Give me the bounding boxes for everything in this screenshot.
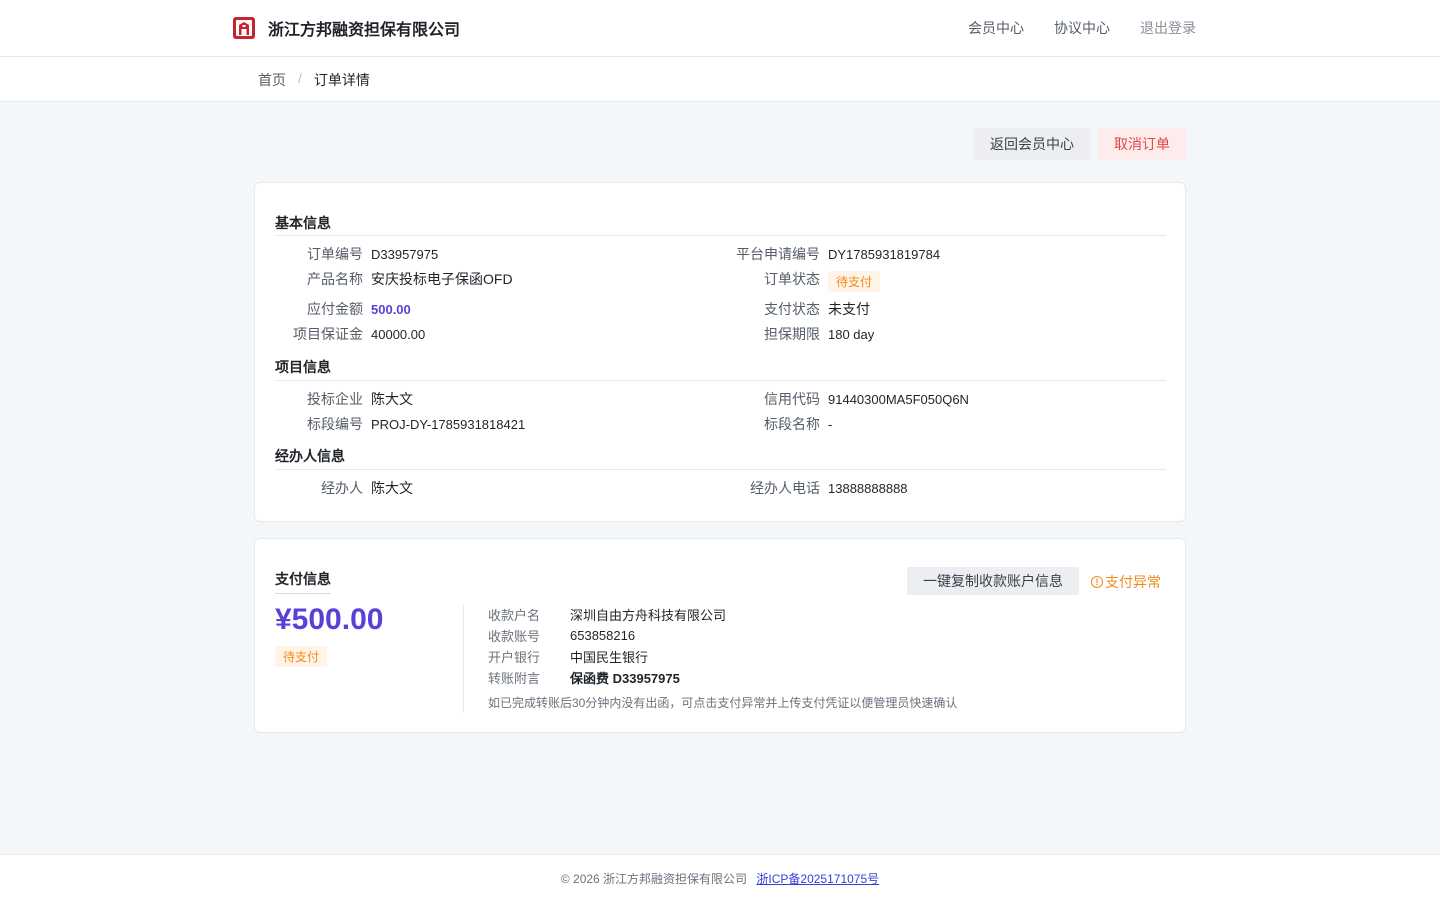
- field-value: 陈大文: [371, 391, 413, 407]
- breadcrumb-separator: /: [298, 70, 302, 86]
- order-info-card: 基本信息 订单编号 D33957975 平台申请编号 DY17859318197…: [254, 182, 1186, 522]
- field-agent-name: 经办人 陈大文: [275, 478, 413, 498]
- payment-amount: ¥500.00: [275, 603, 384, 636]
- status-badge: 待支付: [275, 646, 328, 667]
- breadcrumb-home[interactable]: 首页: [258, 70, 286, 90]
- field-label: 订单状态: [764, 271, 820, 287]
- field-value: DY1785931819784: [828, 246, 941, 262]
- field-agent-phone: 经办人电话 13888888888: [732, 478, 908, 498]
- payment-info-card: 支付信息 一键复制收款账户信息 ! 支付异常 ¥500.00 待支付 收款户名 …: [254, 538, 1186, 733]
- field-label: 订单编号: [307, 246, 363, 262]
- field-label: 应付金额: [307, 301, 363, 317]
- footer-text: © 2026 浙江方邦融资担保有限公司 浙ICP备2025171075号: [0, 870, 1440, 887]
- field-label: 产品名称: [307, 271, 363, 287]
- section-title-project: 项目信息: [275, 359, 331, 375]
- field-value: 未支付: [828, 301, 870, 317]
- field-deposit: 项目保证金 40000.00: [275, 324, 425, 344]
- field-order-no: 订单编号 D33957975: [275, 244, 438, 264]
- info-icon: !: [1091, 576, 1103, 588]
- field-label: 开户银行: [488, 649, 541, 665]
- copy-account-info-button[interactable]: 一键复制收款账户信息: [907, 567, 1079, 595]
- field-value: 40000.00: [371, 326, 426, 342]
- field-value: 653858216: [570, 627, 636, 643]
- icp-link[interactable]: 浙ICP备2025171075号: [756, 872, 879, 886]
- field-label: 经办人电话: [750, 480, 820, 496]
- divider: [275, 235, 1166, 236]
- field-label: 转账附言: [488, 670, 541, 686]
- field-section-no: 标段编号 PROJ-DY-1785931818421: [275, 414, 525, 434]
- field-label: 收款户名: [488, 607, 541, 623]
- field-label: 支付状态: [764, 301, 820, 317]
- nav-member-center[interactable]: 会员中心: [968, 18, 1024, 38]
- field-label: 投标企业: [307, 391, 363, 407]
- field-value-wrap: 待支付: [828, 271, 881, 292]
- nav-agreement-center[interactable]: 协议中心: [1054, 18, 1110, 38]
- field-product: 产品名称 安庆投标电子保函OFD: [275, 269, 513, 289]
- field-value: -: [828, 416, 833, 432]
- field-platform-no: 平台申请编号 DY1785931819784: [732, 244, 940, 264]
- divider: [463, 605, 464, 713]
- field-value: 陈大文: [371, 480, 413, 496]
- company-logo-icon: [233, 17, 255, 39]
- field-order-status: 订单状态 待支付: [732, 269, 881, 297]
- field-pay-status: 支付状态 未支付: [732, 299, 870, 319]
- breadcrumb: 首页 / 订单详情: [258, 70, 370, 90]
- payment-abnormal-label: 支付异常: [1105, 574, 1161, 590]
- field-value: PROJ-DY-1785931818421: [371, 416, 526, 432]
- field-bidder: 投标企业 陈大文: [275, 389, 413, 409]
- field-label: 项目保证金: [293, 326, 363, 342]
- field-value: 安庆投标电子保函OFD: [371, 271, 513, 287]
- payment-note: 如已完成转账后30分钟内没有出函，可点击支付异常并上传支付凭证以便管理员快速确认: [488, 696, 958, 710]
- field-label: 经办人: [321, 480, 363, 496]
- field-account: 收款账号 653858216: [488, 626, 635, 644]
- field-value: 中国民生银行: [570, 649, 649, 665]
- brand-name: 浙江方邦融资担保有限公司: [268, 22, 461, 39]
- field-value: 保函费 D33957975: [570, 670, 680, 686]
- footer: © 2026 浙江方邦融资担保有限公司 浙ICP备2025171075号: [0, 854, 1440, 900]
- field-value: 180 day: [828, 326, 875, 342]
- field-value: 91440300MA5F050Q6N: [828, 391, 969, 407]
- nav-logout[interactable]: 退出登录: [1140, 18, 1196, 38]
- copyright: © 2026 浙江方邦融资担保有限公司: [560, 872, 748, 886]
- status-badge: 待支付: [828, 271, 881, 292]
- field-label: 信用代码: [764, 391, 820, 407]
- back-to-member-center-button[interactable]: 返回会员中心: [974, 128, 1090, 160]
- field-period: 担保期限 180 day: [732, 324, 874, 344]
- field-label: 平台申请编号: [736, 246, 820, 262]
- divider: [275, 469, 1166, 470]
- field-value: D33957975: [371, 246, 439, 262]
- top-nav: 会员中心 协议中心 退出登录: [938, 18, 1196, 38]
- field-value: 500.00: [371, 301, 411, 317]
- field-label: 标段名称: [764, 416, 820, 432]
- field-label: 标段编号: [307, 416, 363, 432]
- section-title-agent: 经办人信息: [275, 448, 345, 464]
- section-title-basic: 基本信息: [275, 215, 331, 231]
- field-value: 深圳自由方舟科技有限公司: [570, 607, 727, 623]
- top-header: 浙江方邦融资担保有限公司 会员中心 协议中心 退出登录: [0, 0, 1440, 57]
- breadcrumb-bar: 首页 / 订单详情: [0, 57, 1440, 102]
- field-label: 担保期限: [764, 326, 820, 342]
- payment-status-wrap: 待支付: [275, 646, 328, 667]
- field-payee: 收款户名 深圳自由方舟科技有限公司: [488, 605, 726, 623]
- field-section-name: 标段名称 -: [732, 414, 832, 434]
- payment-abnormal-link[interactable]: ! 支付异常: [1091, 572, 1161, 592]
- field-memo: 转账附言 保函费 D33957975: [488, 668, 680, 686]
- field-label: 收款账号: [488, 628, 541, 644]
- field-amount: 应付金额 500.00: [275, 299, 411, 319]
- field-bank: 开户银行 中国民生银行: [488, 647, 648, 665]
- section-title-payment: 支付信息: [275, 569, 331, 594]
- field-value: 13888888888: [828, 480, 908, 496]
- page-actions: 返回会员中心 取消订单: [974, 128, 1186, 160]
- brand[interactable]: 浙江方邦融资担保有限公司: [232, 16, 460, 40]
- divider: [275, 380, 1166, 381]
- breadcrumb-current: 订单详情: [313, 72, 370, 88]
- cancel-order-button[interactable]: 取消订单: [1098, 128, 1186, 160]
- field-credit-code: 信用代码 91440300MA5F050Q6N: [732, 389, 969, 409]
